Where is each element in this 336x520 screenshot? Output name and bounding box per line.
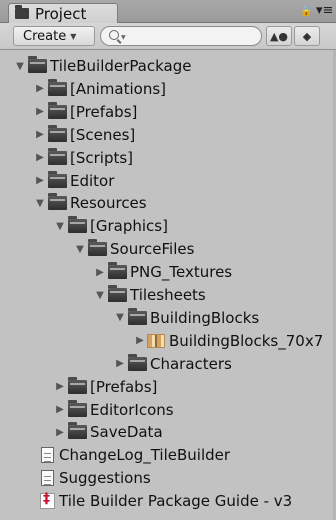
- tree-item[interactable]: ▶ [Prefabs]: [34, 101, 137, 123]
- expand-right-icon[interactable]: ▶: [34, 175, 46, 186]
- expand-right-icon[interactable]: ▶: [94, 267, 106, 278]
- expand-right-icon[interactable]: ▶: [34, 152, 46, 163]
- panel-tab-bar: Project 🔒 ▾≡: [0, 0, 336, 23]
- texture-icon: [147, 333, 165, 348]
- tree-item-label: SaveData: [90, 423, 163, 442]
- expand-right-icon[interactable]: ▶: [114, 358, 126, 369]
- tree-item[interactable]: ▶ Editor: [34, 170, 114, 192]
- tree-item[interactable]: ▼ SourceFiles: [74, 238, 194, 260]
- tree-item-label: Resources: [70, 194, 147, 213]
- folder-icon: [68, 216, 87, 234]
- tree-item[interactable]: ▶ SaveData: [54, 421, 163, 443]
- folder-icon: [68, 399, 87, 417]
- project-toolbar: Create ▼ ▼ ▲● ◆: [0, 23, 336, 50]
- tree-item[interactable]: Tile Builder Package Guide - v3: [38, 490, 292, 512]
- tree-item-label: TileBuilderPackage: [50, 57, 192, 75]
- tree-item[interactable]: ▼ Tilesheets: [94, 284, 206, 306]
- filter-by-type-button[interactable]: ▲●: [266, 26, 292, 46]
- tree-item-label: [Scenes]: [70, 125, 136, 144]
- tree-item[interactable]: ▶ BuildingBlocks_70x7: [134, 330, 323, 352]
- expand-down-icon[interactable]: ▼: [14, 61, 26, 72]
- expand-down-icon[interactable]: ▼: [34, 198, 46, 209]
- expand-down-icon[interactable]: ▼: [54, 221, 66, 232]
- tree-item[interactable]: ▶ [Scenes]: [34, 124, 135, 146]
- tree-item[interactable]: ▼ [Graphics]: [54, 215, 168, 237]
- tree-item-label: [Graphics]: [90, 217, 168, 236]
- tree-item-label: [Animations]: [70, 79, 166, 98]
- expand-down-icon[interactable]: ▼: [114, 312, 126, 323]
- folder-icon: [108, 262, 127, 280]
- create-button[interactable]: Create ▼: [13, 26, 95, 46]
- tree-item-label: Suggestions: [59, 469, 151, 488]
- tree-item-label: SourceFiles: [110, 240, 195, 259]
- expand-right-icon[interactable]: ▶: [34, 83, 46, 94]
- expand-right-icon[interactable]: ▶: [54, 404, 66, 415]
- tree-item-label: [Scripts]: [70, 148, 134, 167]
- pdf-icon: [40, 491, 55, 510]
- folder-icon: [48, 147, 67, 165]
- search-icon: [109, 30, 119, 40]
- expand-down-icon[interactable]: ▼: [94, 290, 106, 301]
- text-file-icon: [41, 470, 54, 487]
- tree-item[interactable]: ▼ Resources: [34, 192, 147, 214]
- expand-right-icon[interactable]: ▶: [54, 381, 66, 392]
- tree-item-label: Tile Builder Package Guide - v3: [59, 492, 293, 511]
- folder-icon: [48, 78, 67, 96]
- tree-item[interactable]: ▶ PNG_Textures: [94, 261, 232, 283]
- tree-item-label: [Prefabs]: [70, 102, 138, 121]
- expand-right-icon[interactable]: ▶: [34, 106, 46, 117]
- tree-item-label: BuildingBlocks: [150, 308, 260, 327]
- tab-project-label: Project: [35, 4, 87, 23]
- create-button-label: Create: [23, 28, 67, 44]
- expand-down-icon[interactable]: ▼: [74, 244, 86, 255]
- folder-icon: [48, 170, 67, 188]
- tree-item-label: ChangeLog_TileBuilder: [59, 446, 231, 465]
- tree-item-label: Editor: [70, 171, 115, 190]
- tree-item[interactable]: ▶ [Animations]: [34, 78, 166, 100]
- tree-item-label: EditorIcons: [90, 400, 174, 419]
- filter-type-icon: ▲●: [269, 29, 289, 43]
- tree-item-label: Characters: [150, 354, 232, 373]
- tree-item-label: PNG_Textures: [130, 263, 233, 282]
- chevron-down-icon: ▼: [70, 31, 77, 41]
- folder-icon: [48, 193, 67, 211]
- panel-menu-icon[interactable]: ▾≡: [316, 3, 333, 18]
- search-input[interactable]: ▼: [100, 26, 262, 46]
- tree-item[interactable]: ▼ TileBuilderPackage: [14, 55, 192, 77]
- folder-icon: [128, 307, 147, 325]
- tree-item[interactable]: ▶ [Prefabs]: [54, 376, 157, 398]
- folder-icon: [28, 56, 47, 73]
- tree-item-label: [Prefabs]: [90, 377, 158, 396]
- folder-icon: [48, 101, 67, 119]
- folder-icon: [68, 422, 87, 440]
- expand-right-icon[interactable]: ▶: [34, 129, 46, 140]
- tree-item[interactable]: ▶ EditorIcons: [54, 399, 174, 421]
- folder-icon: [68, 376, 87, 394]
- tag-icon: ◆: [302, 29, 312, 43]
- tree-item[interactable]: ChangeLog_TileBuilder: [38, 444, 230, 466]
- lock-icon[interactable]: 🔒: [300, 6, 312, 17]
- search-dropdown-icon: ▼: [121, 34, 126, 41]
- tree-item[interactable]: Suggestions: [38, 467, 151, 489]
- tree-item-label: BuildingBlocks_70x7: [169, 331, 324, 350]
- folder-icon: [128, 353, 147, 371]
- tree-item[interactable]: ▶ Characters: [114, 353, 232, 375]
- tree-item-label: Tilesheets: [130, 286, 206, 304]
- filter-by-label-button[interactable]: ◆: [294, 26, 320, 46]
- folder-icon: [108, 285, 127, 302]
- expand-right-icon[interactable]: ▶: [54, 427, 66, 438]
- folder-icon: [48, 124, 67, 142]
- tree-item[interactable]: ▼ BuildingBlocks: [114, 307, 259, 329]
- tree-item[interactable]: ▶ [Scripts]: [34, 147, 133, 169]
- text-file-icon: [41, 447, 54, 464]
- folder-tab-icon: [15, 5, 29, 19]
- expand-right-icon[interactable]: ▶: [134, 335, 146, 346]
- folder-icon: [88, 239, 107, 257]
- tab-project[interactable]: Project: [8, 3, 118, 23]
